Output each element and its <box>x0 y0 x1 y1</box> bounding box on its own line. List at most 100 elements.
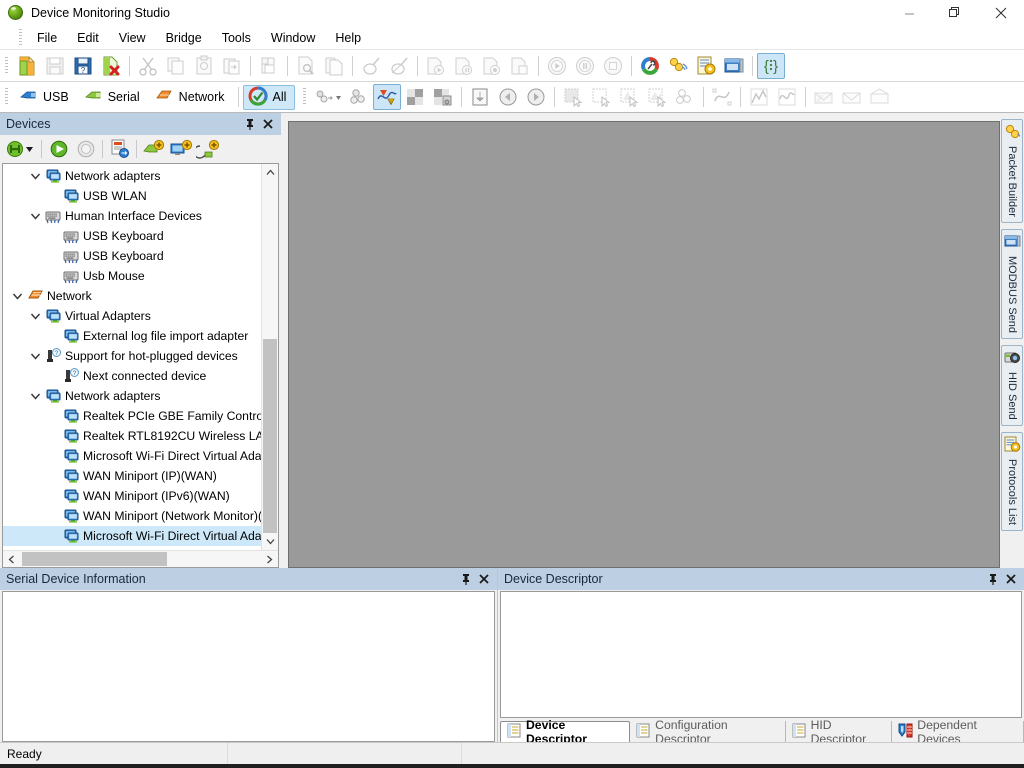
descriptor-tab-device-descriptor[interactable]: Device Descriptor <box>500 718 631 746</box>
close-icon[interactable] <box>259 115 277 133</box>
start-monitoring-dropdown[interactable] <box>4 137 38 161</box>
tree-item[interactable]: Network <box>3 286 261 306</box>
close-icon[interactable] <box>475 570 493 588</box>
side-tab-packet-builder[interactable]: Packet Builder <box>1001 119 1023 223</box>
tree-item[interactable]: WAN Miniport (Network Monitor)(WAN) <box>3 506 261 526</box>
window-layout-button[interactable] <box>720 53 748 79</box>
horizontal-scroll-track[interactable] <box>20 551 261 567</box>
paste-button[interactable] <box>190 53 218 79</box>
scroll-left-icon[interactable] <box>3 551 20 567</box>
descriptor-tab-configuration-descriptor[interactable]: Configuration Descriptor <box>630 718 786 746</box>
script-button[interactable]: { } <box>757 52 785 79</box>
protocols-button[interactable] <box>692 53 720 79</box>
pause-button[interactable] <box>571 53 599 79</box>
menu-file[interactable]: File <box>27 28 67 48</box>
filter-usb-button[interactable]: USB <box>13 85 78 110</box>
menu-help[interactable]: Help <box>325 28 371 48</box>
scroll-right-icon[interactable] <box>261 551 278 567</box>
find-button[interactable] <box>292 53 320 79</box>
cut-button[interactable] <box>134 53 162 79</box>
print-button[interactable] <box>255 53 283 79</box>
select-region-button[interactable] <box>559 84 587 110</box>
descriptor-tab-hid-descriptor[interactable]: HID Descriptor <box>786 718 893 746</box>
chevron-down-icon[interactable] <box>27 391 43 402</box>
horizontal-scroll-thumb[interactable] <box>22 552 167 566</box>
previous-button[interactable] <box>494 84 522 110</box>
clear-all-button[interactable] <box>385 53 413 79</box>
serial-panel-body[interactable] <box>2 591 495 742</box>
tree-item[interactable]: Microsoft Wi-Fi Direct Virtual Adapter #… <box>3 446 261 466</box>
split-view-button[interactable] <box>429 84 457 110</box>
chart-peak-button[interactable] <box>745 84 773 110</box>
chevron-down-icon[interactable] <box>27 171 43 182</box>
add-network-device-button[interactable] <box>167 137 194 161</box>
close-icon[interactable] <box>978 0 1024 26</box>
copy-button[interactable] <box>162 53 190 79</box>
session-pause-button[interactable] <box>450 53 478 79</box>
start-session-button[interactable] <box>45 137 72 161</box>
devices-tree[interactable]: Network adapters USB WLAN Human Interface … <box>3 164 261 550</box>
tree-item[interactable]: External log file import adapter <box>3 326 261 346</box>
device-properties-button[interactable] <box>106 137 133 161</box>
tree-item[interactable]: Human Interface Devices <box>3 206 261 226</box>
scroll-up-icon[interactable] <box>262 164 278 181</box>
session-play-button[interactable] <box>422 53 450 79</box>
cluster-button[interactable] <box>671 84 699 110</box>
chevron-down-icon[interactable] <box>27 311 43 322</box>
tree-item-selected[interactable]: Microsoft Wi-Fi Direct Virtual Adapter #… <box>3 526 261 546</box>
pin-icon[interactable] <box>457 570 475 588</box>
save-as-button[interactable]: ? <box>69 53 97 79</box>
menu-grip[interactable] <box>19 28 22 47</box>
clear-button[interactable] <box>357 53 385 79</box>
add-serial-device-button[interactable] <box>140 137 167 161</box>
side-tab-hid-send[interactable]: HID Send <box>1001 344 1023 426</box>
duplicate-button[interactable] <box>218 53 246 79</box>
side-tab-protocols-list[interactable]: Protocols List <box>1001 431 1023 531</box>
play-button[interactable] <box>543 53 571 79</box>
signal-warning-button[interactable]: ! <box>373 84 402 110</box>
checker-view-button[interactable] <box>401 84 429 110</box>
chevron-down-icon[interactable] <box>27 211 43 222</box>
vertical-scroll-track[interactable] <box>262 181 278 533</box>
filter-all-button[interactable]: All <box>242 84 296 110</box>
view-toolbar-grip[interactable] <box>303 88 307 106</box>
stop-session-button[interactable] <box>72 137 99 161</box>
descriptor-panel-body[interactable] <box>500 591 1022 718</box>
tree-item[interactable]: ? Next connected device <box>3 366 261 386</box>
select-up-button[interactable] <box>615 84 643 110</box>
next-button[interactable] <box>522 84 550 110</box>
vertical-scroll-thumb[interactable] <box>263 339 277 533</box>
tree-item[interactable]: Usb Mouse <box>3 266 261 286</box>
menu-bridge[interactable]: Bridge <box>156 28 212 48</box>
pin-icon[interactable] <box>984 570 1002 588</box>
toolbar-grip[interactable] <box>5 56 8 75</box>
scroll-down-icon[interactable] <box>262 533 278 550</box>
minimize-icon[interactable] <box>886 0 932 26</box>
tree-item[interactable]: WAN Miniport (IP)(WAN) <box>3 466 261 486</box>
export-data-button[interactable] <box>466 84 494 110</box>
find-next-button[interactable] <box>320 53 348 79</box>
tree-item[interactable]: USB Keyboard <box>3 246 261 266</box>
new-document-button[interactable] <box>13 53 41 79</box>
menu-window[interactable]: Window <box>261 28 325 48</box>
devices-tree-horizontal-scrollbar[interactable] <box>3 550 278 567</box>
tree-item[interactable]: Network adapters <box>3 166 261 186</box>
side-tab-modbus-send[interactable]: MODBUS Send <box>1001 228 1023 339</box>
menu-tools[interactable]: Tools <box>212 28 261 48</box>
save-button[interactable] <box>41 53 69 79</box>
chevron-down-icon[interactable] <box>9 291 25 302</box>
envelope-hatched-button[interactable] <box>810 84 838 110</box>
tree-item[interactable]: Virtual Adapters <box>3 306 261 326</box>
menu-edit[interactable]: Edit <box>67 28 109 48</box>
group-nodes-button[interactable] <box>345 84 373 110</box>
filter-toolbar-grip[interactable] <box>5 88 8 106</box>
menu-view[interactable]: View <box>109 28 156 48</box>
session-new-button[interactable] <box>506 53 534 79</box>
main-client-area[interactable] <box>288 121 1000 568</box>
pin-icon[interactable] <box>241 115 259 133</box>
select-all-button[interactable] <box>643 84 671 110</box>
tree-item[interactable]: Network adapters <box>3 386 261 406</box>
stop-button[interactable] <box>599 53 627 79</box>
envelope-button[interactable] <box>838 84 866 110</box>
tree-item[interactable]: ? Support for hot-plugged devices <box>3 346 261 366</box>
